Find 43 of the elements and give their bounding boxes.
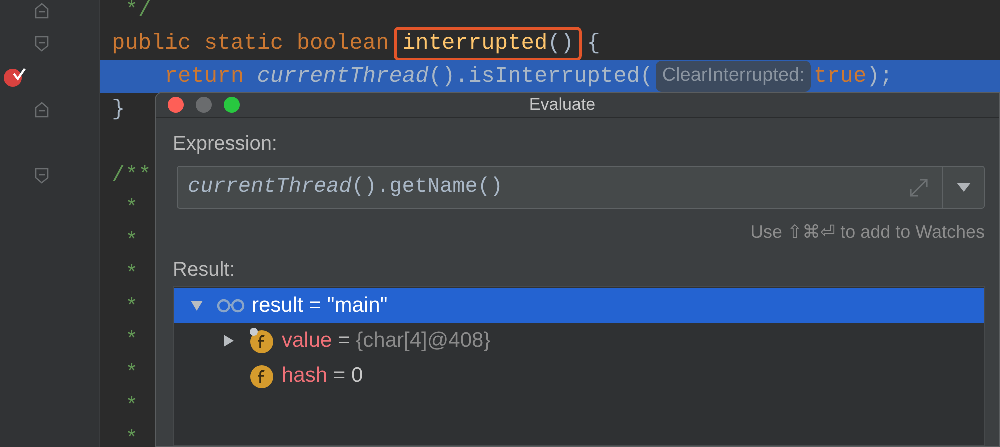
glasses-icon	[216, 298, 246, 312]
expand-icon[interactable]	[908, 176, 930, 198]
fold-icon[interactable]	[35, 168, 49, 184]
collapsed-triangle-icon[interactable]	[222, 334, 236, 348]
code-text: *	[124, 228, 138, 256]
tree-row[interactable]: hash = 0	[174, 358, 984, 393]
code-text: *	[124, 327, 138, 355]
caret-icon	[956, 183, 970, 192]
tree-entry-text: value = {char[4]@408}	[282, 328, 491, 354]
code-text: */	[124, 0, 152, 25]
code-text: *	[124, 360, 138, 388]
code-text: currentThread	[257, 63, 429, 91]
code-text: true	[814, 63, 867, 91]
close-button[interactable]	[168, 97, 184, 113]
history-dropdown-button[interactable]	[943, 166, 985, 209]
code-text: ().isInterrupted(	[428, 63, 654, 91]
code-text: );	[866, 63, 894, 91]
watches-hint: Use ⇧⌘⏎ to add to Watches	[750, 221, 985, 244]
code-text: /**	[112, 162, 152, 190]
code-text: }	[112, 96, 126, 124]
tree-entry-text: hash = 0	[282, 362, 364, 389]
code-text: *	[124, 195, 138, 223]
zoom-button[interactable]	[224, 97, 240, 113]
tree-row[interactable]: result = "main"	[174, 288, 984, 323]
expanded-triangle-icon[interactable]	[190, 298, 204, 312]
code-text: {	[586, 30, 600, 58]
code-text: public static boolean	[112, 30, 390, 58]
tree-entry-text: result = "main"	[252, 292, 388, 319]
code-text: *	[124, 426, 138, 447]
tree-row[interactable]: value = {char[4]@408}	[174, 323, 984, 358]
expression-label: Expression:	[173, 132, 278, 157]
fold-icon[interactable]	[35, 102, 49, 118]
code-text: *	[124, 393, 138, 421]
parameter-hint: ClearInterrupted:	[656, 61, 811, 92]
code-text: return	[164, 63, 246, 91]
window-title: Evaluate	[529, 94, 596, 116]
expression-field[interactable]: currentThread().getName()	[177, 166, 943, 209]
result-label: Result:	[173, 258, 236, 283]
code-text: *	[124, 294, 138, 322]
minimize-button[interactable]	[196, 97, 212, 113]
fold-icon[interactable]	[35, 2, 49, 18]
code-text: *	[124, 261, 138, 289]
fold-icon[interactable]	[35, 36, 49, 52]
